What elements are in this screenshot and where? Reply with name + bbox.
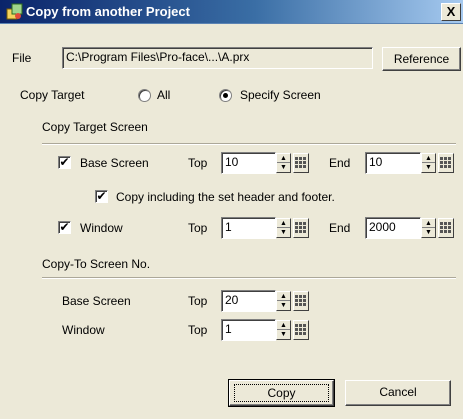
spin-up-icon[interactable]: ▲	[422, 154, 435, 163]
window-checkbox[interactable]: ✔	[58, 221, 71, 234]
file-path-field: C:\Program Files\Pro-face\...\A.prx	[62, 47, 373, 69]
spin-down-icon[interactable]: ▼	[277, 301, 290, 310]
spin-down-icon[interactable]: ▼	[422, 163, 435, 172]
close-icon: X	[446, 4, 456, 19]
spin-down-icon[interactable]: ▼	[277, 163, 290, 172]
window-label: Window	[80, 221, 123, 235]
base-screen-top-keypad-button[interactable]	[293, 153, 309, 173]
copy-to-base-screen-label: Base Screen	[62, 294, 131, 308]
separator	[42, 277, 456, 279]
base-screen-label: Base Screen	[80, 156, 149, 170]
copy-target-label: Copy Target	[20, 88, 85, 102]
window-top-stepper[interactable]: ▲ ▼	[276, 218, 291, 238]
radio-all[interactable]	[138, 89, 151, 102]
radio-specify-screen[interactable]	[219, 89, 232, 102]
base-screen-end-label: End	[329, 156, 351, 170]
file-label: File	[12, 51, 32, 65]
close-button[interactable]: X	[441, 3, 461, 21]
include-header-footer-label[interactable]: Copy including the set header and footer…	[116, 190, 335, 204]
separator	[42, 143, 456, 145]
window-end-label: End	[329, 221, 351, 235]
title-bar[interactable]: Copy from another Project X	[0, 0, 463, 24]
check-icon: ✔	[59, 220, 70, 234]
copy-to-window-keypad-button[interactable]	[293, 320, 309, 340]
window-end-stepper[interactable]: ▲ ▼	[421, 218, 436, 238]
base-screen-end-keypad-button[interactable]	[438, 153, 454, 173]
project-copy-icon	[6, 3, 24, 21]
base-screen-end-stepper[interactable]: ▲ ▼	[421, 153, 436, 173]
copy-target-screen-heading: Copy Target Screen	[42, 120, 148, 134]
include-header-footer-checkbox[interactable]: ✔	[95, 190, 108, 203]
spin-up-icon[interactable]: ▲	[277, 321, 290, 330]
window-top-keypad-button[interactable]	[293, 218, 309, 238]
copy-button-label: Copy	[234, 384, 329, 402]
spin-down-icon[interactable]: ▼	[277, 228, 290, 237]
spin-up-icon[interactable]: ▲	[277, 292, 290, 301]
radio-specify-screen-label[interactable]: Specify Screen	[240, 88, 321, 102]
copy-to-base-screen-top-stepper[interactable]: ▲ ▼	[276, 291, 291, 311]
base-screen-top-stepper[interactable]: ▲ ▼	[276, 153, 291, 173]
copy-dialog: Copy from another Project X File C:\Prog…	[0, 0, 463, 419]
copy-to-base-screen-top-input[interactable]: 20	[221, 290, 276, 312]
copy-to-window-label: Window	[62, 323, 105, 337]
check-icon: ✔	[96, 189, 107, 203]
radio-selected-dot	[223, 93, 228, 98]
copy-to-heading: Copy-To Screen No.	[42, 257, 151, 271]
copy-to-base-screen-top-label: Top	[188, 294, 208, 308]
base-screen-checkbox[interactable]: ✔	[58, 156, 71, 169]
base-screen-top-label: Top	[188, 156, 208, 170]
copy-button[interactable]: Copy	[228, 379, 335, 407]
window-end-input[interactable]: 2000	[365, 217, 421, 239]
copy-to-window-top-stepper[interactable]: ▲ ▼	[276, 320, 291, 340]
cancel-button[interactable]: Cancel	[345, 380, 451, 406]
spin-up-icon[interactable]: ▲	[422, 219, 435, 228]
window-top-input[interactable]: 1	[221, 217, 276, 239]
spin-down-icon[interactable]: ▼	[422, 228, 435, 237]
copy-to-window-top-label: Top	[188, 323, 208, 337]
copy-to-base-screen-keypad-button[interactable]	[293, 291, 309, 311]
spin-down-icon[interactable]: ▼	[277, 330, 290, 339]
spin-up-icon[interactable]: ▲	[277, 219, 290, 228]
radio-all-label[interactable]: All	[157, 88, 170, 102]
reference-button[interactable]: Reference	[382, 47, 461, 71]
base-screen-end-input[interactable]: 10	[365, 152, 421, 174]
check-icon: ✔	[59, 155, 70, 169]
window-title: Copy from another Project	[26, 4, 190, 19]
window-end-keypad-button[interactable]	[438, 218, 454, 238]
spin-up-icon[interactable]: ▲	[277, 154, 290, 163]
base-screen-top-input[interactable]: 10	[221, 152, 276, 174]
copy-to-window-top-input[interactable]: 1	[221, 319, 276, 341]
window-top-label: Top	[188, 221, 208, 235]
